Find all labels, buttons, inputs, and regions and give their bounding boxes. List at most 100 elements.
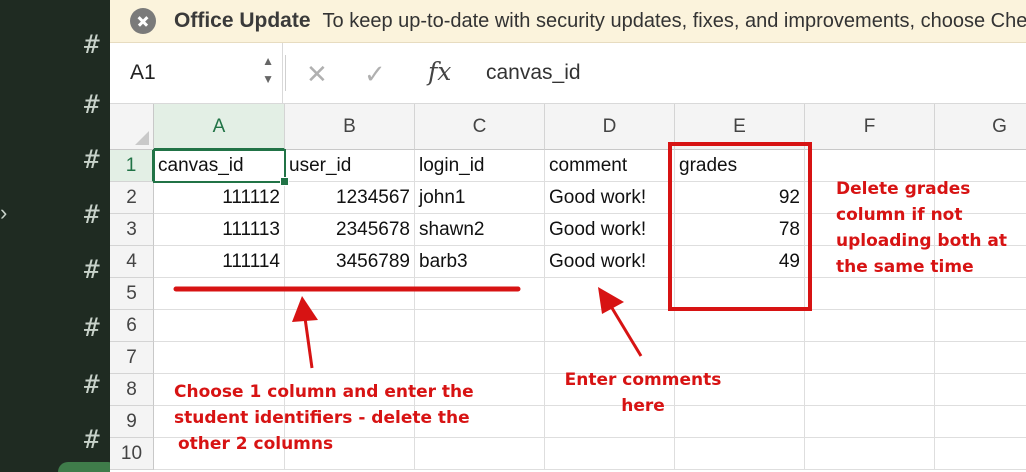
empty-cell[interactable] xyxy=(805,438,935,470)
hash-glyph: # xyxy=(84,200,100,230)
fx-icon[interactable]: fx xyxy=(428,57,451,86)
empty-cell[interactable] xyxy=(805,374,935,406)
empty-cell[interactable] xyxy=(154,342,285,374)
cell-d3[interactable]: Good work! xyxy=(545,214,675,246)
empty-cell[interactable] xyxy=(805,406,935,438)
comments-annotation: Enter comments here xyxy=(562,367,724,419)
empty-cell[interactable] xyxy=(545,438,675,470)
column-header-a[interactable]: A xyxy=(154,104,285,150)
empty-cell[interactable] xyxy=(675,438,805,470)
empty-cell[interactable] xyxy=(935,406,1026,438)
fill-handle[interactable] xyxy=(280,177,289,186)
row-header-1[interactable]: 1 xyxy=(110,150,154,182)
empty-cell[interactable] xyxy=(154,278,285,310)
cell-c1[interactable]: login_id xyxy=(415,150,545,182)
cell-c2[interactable]: john1 xyxy=(415,182,545,214)
empty-cell[interactable] xyxy=(415,278,545,310)
name-box-value: A1 xyxy=(130,61,156,84)
check-icon[interactable]: ✓ xyxy=(364,59,386,90)
empty-cell[interactable] xyxy=(285,310,415,342)
grades-annotation-line: Delete grades xyxy=(836,179,971,199)
empty-cell[interactable] xyxy=(675,278,805,310)
identifiers-annotation-line: Choose 1 column and enter the xyxy=(174,382,474,402)
hash-glyph: # xyxy=(84,145,100,175)
cell-b2[interactable]: 1234567 xyxy=(285,182,415,214)
row-header-5[interactable]: 5 xyxy=(110,278,154,310)
cell-d1[interactable]: comment xyxy=(545,150,675,182)
divider xyxy=(285,55,286,91)
row-header-7[interactable]: 7 xyxy=(110,342,154,374)
grades-annotation-line: the same time xyxy=(836,257,974,277)
grades-annotation-line: uploading both at xyxy=(836,231,1008,251)
hash-glyph: # xyxy=(84,313,100,343)
x-icon[interactable]: ✕ xyxy=(306,59,328,90)
cell-b4[interactable]: 3456789 xyxy=(285,246,415,278)
empty-cell[interactable] xyxy=(805,310,935,342)
cell-d4[interactable]: Good work! xyxy=(545,246,675,278)
empty-cell[interactable] xyxy=(415,310,545,342)
formula-input[interactable]: canvas_id xyxy=(486,61,581,85)
cell-a3[interactable]: 111113 xyxy=(154,214,285,246)
name-box[interactable]: A1 ▲ ▼ xyxy=(110,43,283,103)
cell-e4[interactable]: 49 xyxy=(675,246,805,278)
empty-cell[interactable] xyxy=(415,342,545,374)
close-icon[interactable] xyxy=(130,8,156,34)
identifiers-annotation: Choose 1 column and enter the student id… xyxy=(174,379,474,457)
hash-glyph: # xyxy=(84,255,100,285)
hash-glyph: # xyxy=(84,30,100,60)
empty-cell[interactable] xyxy=(285,342,415,374)
row-header-10[interactable]: 10 xyxy=(110,438,154,470)
row-header-9[interactable]: 9 xyxy=(110,406,154,438)
empty-cell[interactable] xyxy=(545,278,675,310)
select-all-corner[interactable] xyxy=(110,104,154,150)
empty-cell[interactable] xyxy=(935,278,1026,310)
empty-cell[interactable] xyxy=(805,278,935,310)
empty-cell[interactable] xyxy=(805,342,935,374)
column-header-f[interactable]: F xyxy=(805,104,935,150)
hash-glyph: # xyxy=(84,90,100,120)
column-header-c[interactable]: C xyxy=(415,104,545,150)
row-header-2[interactable]: 2 xyxy=(110,182,154,214)
cell-d2[interactable]: Good work! xyxy=(545,182,675,214)
empty-cell[interactable] xyxy=(935,342,1026,374)
green-tab xyxy=(58,462,110,472)
row-header-3[interactable]: 3 xyxy=(110,214,154,246)
cell-b1[interactable]: user_id xyxy=(285,150,415,182)
empty-cell[interactable] xyxy=(935,374,1026,406)
empty-cell[interactable] xyxy=(545,310,675,342)
empty-cell[interactable] xyxy=(935,310,1026,342)
empty-cell[interactable] xyxy=(935,438,1026,470)
cell-c4[interactable]: barb3 xyxy=(415,246,545,278)
name-box-stepper-icon[interactable]: ▲ ▼ xyxy=(262,52,274,88)
column-header-b[interactable]: B xyxy=(285,104,415,150)
hash-glyph: # xyxy=(84,370,100,400)
hash-glyph: # xyxy=(84,425,100,455)
update-title: Office Update xyxy=(174,9,311,32)
update-message: To keep up-to-date with security updates… xyxy=(322,9,1026,32)
active-cell-selection xyxy=(153,149,289,186)
background-editor-strip: # # # # # # # # › xyxy=(0,0,110,472)
comments-annotation-line: Enter comments xyxy=(564,370,722,390)
column-header-g[interactable]: G xyxy=(935,104,1026,150)
cell-e1[interactable]: grades xyxy=(675,150,805,182)
comments-annotation-line: here xyxy=(621,396,665,416)
cell-e3[interactable]: 78 xyxy=(675,214,805,246)
formula-bar: A1 ▲ ▼ ✕ ✓ fx canvas_id xyxy=(110,43,1026,104)
empty-cell[interactable] xyxy=(285,278,415,310)
row-header-8[interactable]: 8 xyxy=(110,374,154,406)
empty-cell[interactable] xyxy=(154,310,285,342)
grades-annotation-line: column if not xyxy=(836,205,963,225)
grades-annotation: Delete grades column if not uploading bo… xyxy=(836,176,1007,280)
identifiers-annotation-line: other 2 columns xyxy=(178,434,334,454)
cell-c3[interactable]: shawn2 xyxy=(415,214,545,246)
cell-a2[interactable]: 111112 xyxy=(154,182,285,214)
cell-e2[interactable]: 92 xyxy=(675,182,805,214)
empty-cell[interactable] xyxy=(675,310,805,342)
cell-b3[interactable]: 2345678 xyxy=(285,214,415,246)
cell-a4[interactable]: 111114 xyxy=(154,246,285,278)
column-header-e[interactable]: E xyxy=(675,104,805,150)
chevron-icon: › xyxy=(0,200,8,225)
column-header-d[interactable]: D xyxy=(545,104,675,150)
row-header-4[interactable]: 4 xyxy=(110,246,154,278)
row-header-6[interactable]: 6 xyxy=(110,310,154,342)
